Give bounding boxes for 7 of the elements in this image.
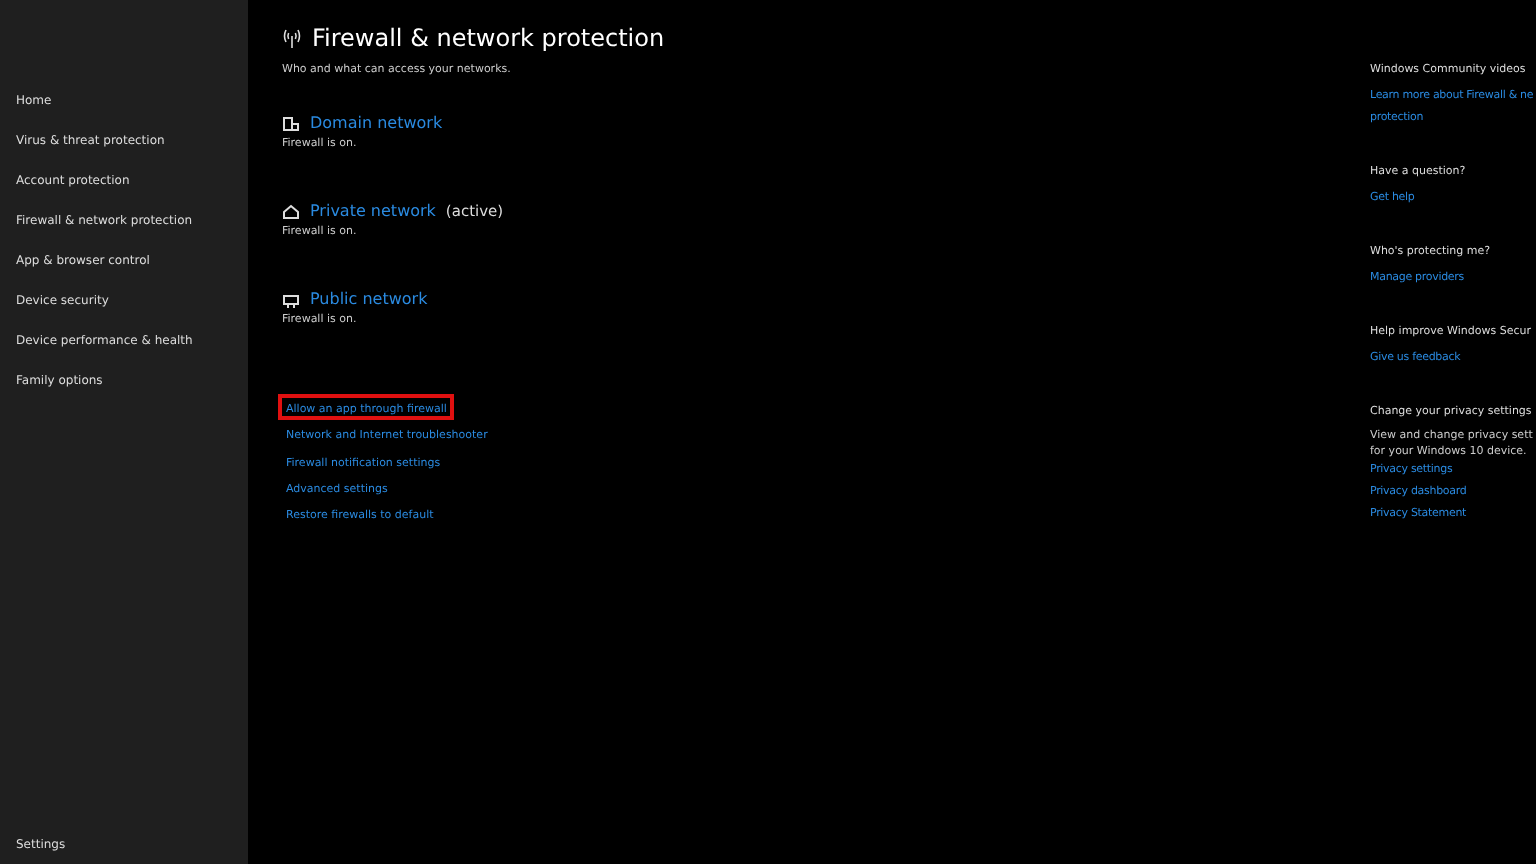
- antenna-icon: [282, 28, 302, 48]
- building-icon: [282, 115, 300, 131]
- network-link[interactable]: Public network: [310, 290, 428, 308]
- page-title: Firewall & network protection: [312, 24, 665, 52]
- network-link[interactable]: Private network: [310, 202, 436, 220]
- network-link[interactable]: Domain network: [310, 114, 443, 132]
- house-icon: [282, 203, 300, 219]
